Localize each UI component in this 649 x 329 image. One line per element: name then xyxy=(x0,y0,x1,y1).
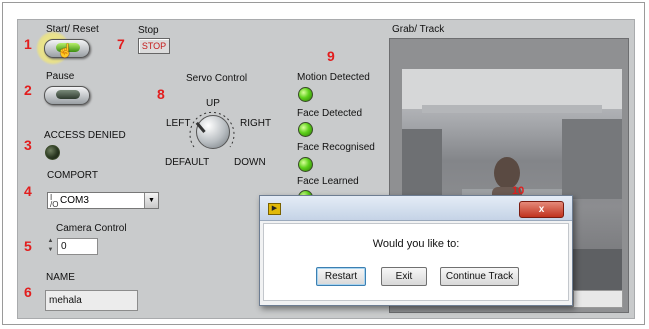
annotation-7: 7 xyxy=(117,36,125,52)
name-field[interactable]: mehala xyxy=(45,290,138,311)
annotation-1: 1 xyxy=(24,36,32,52)
face-recognised-led xyxy=(298,157,313,172)
name-label: NAME xyxy=(46,272,75,283)
pause-label: Pause xyxy=(46,71,75,82)
continue-track-button[interactable]: Continue Track xyxy=(440,267,519,286)
camera-control-input[interactable]: 0 xyxy=(57,238,98,255)
knob-pointer xyxy=(195,121,206,133)
face-recognised-label: Face Recognised xyxy=(297,142,375,153)
camera-control-stepper[interactable]: ▲ ▼ xyxy=(46,237,55,255)
dialog-body: Would you like to: Restart Exit Continue… xyxy=(263,223,569,301)
labview-icon: ▶ xyxy=(268,203,281,215)
servo-control-label: Servo Control xyxy=(186,73,248,84)
comport-select[interactable]: I/O COM3 ▼ xyxy=(47,192,159,209)
annotation-3: 3 xyxy=(24,137,32,153)
dialog-titlebar: ▶ x xyxy=(260,196,572,221)
annotation-6: 6 xyxy=(24,284,32,300)
exit-button[interactable]: Exit xyxy=(381,267,427,286)
dialog-message: Would you like to: xyxy=(372,238,460,250)
face-detected-led xyxy=(298,122,313,137)
camera-control-label: Camera Control xyxy=(56,223,127,234)
annotation-5: 5 xyxy=(24,238,32,254)
motion-detected-led xyxy=(298,87,313,102)
comport-value: COM3 xyxy=(60,195,89,206)
access-denied-label: ACCESS DENIED xyxy=(44,130,126,141)
restart-button[interactable]: Restart xyxy=(316,267,366,286)
pause-lamp xyxy=(56,90,80,99)
pause-button[interactable] xyxy=(44,86,90,105)
servo-right-label: RIGHT xyxy=(240,118,272,129)
chevron-down-icon[interactable]: ▼ xyxy=(144,193,158,208)
face-detected-label: Face Detected xyxy=(297,108,363,119)
servo-control-knob[interactable] xyxy=(195,115,230,149)
annotation-9: 9 xyxy=(327,48,335,64)
access-denied-led xyxy=(45,145,60,160)
annotation-2: 2 xyxy=(24,82,32,98)
face-learned-label: Face Learned xyxy=(297,176,359,187)
comport-label: COMPORT xyxy=(47,170,98,181)
annotation-4: 4 xyxy=(24,183,32,199)
stop-label: Stop xyxy=(138,25,159,36)
io-resource-icon: I/O xyxy=(50,193,59,209)
prompt-dialog: ▶ x Would you like to: Restart Exit Cont… xyxy=(259,195,573,306)
servo-default-label: DEFAULT xyxy=(165,157,210,168)
dialog-close-button[interactable]: x xyxy=(519,201,564,218)
annotation-8: 8 xyxy=(157,86,165,102)
grab-track-label: Grab/ Track xyxy=(392,24,445,35)
status-field xyxy=(573,290,623,308)
mouse-pointer-icon: ☝ xyxy=(57,43,74,58)
motion-detected-label: Motion Detected xyxy=(297,72,370,83)
servo-down-label: DOWN xyxy=(234,157,266,168)
stop-button[interactable]: STOP xyxy=(138,38,170,54)
